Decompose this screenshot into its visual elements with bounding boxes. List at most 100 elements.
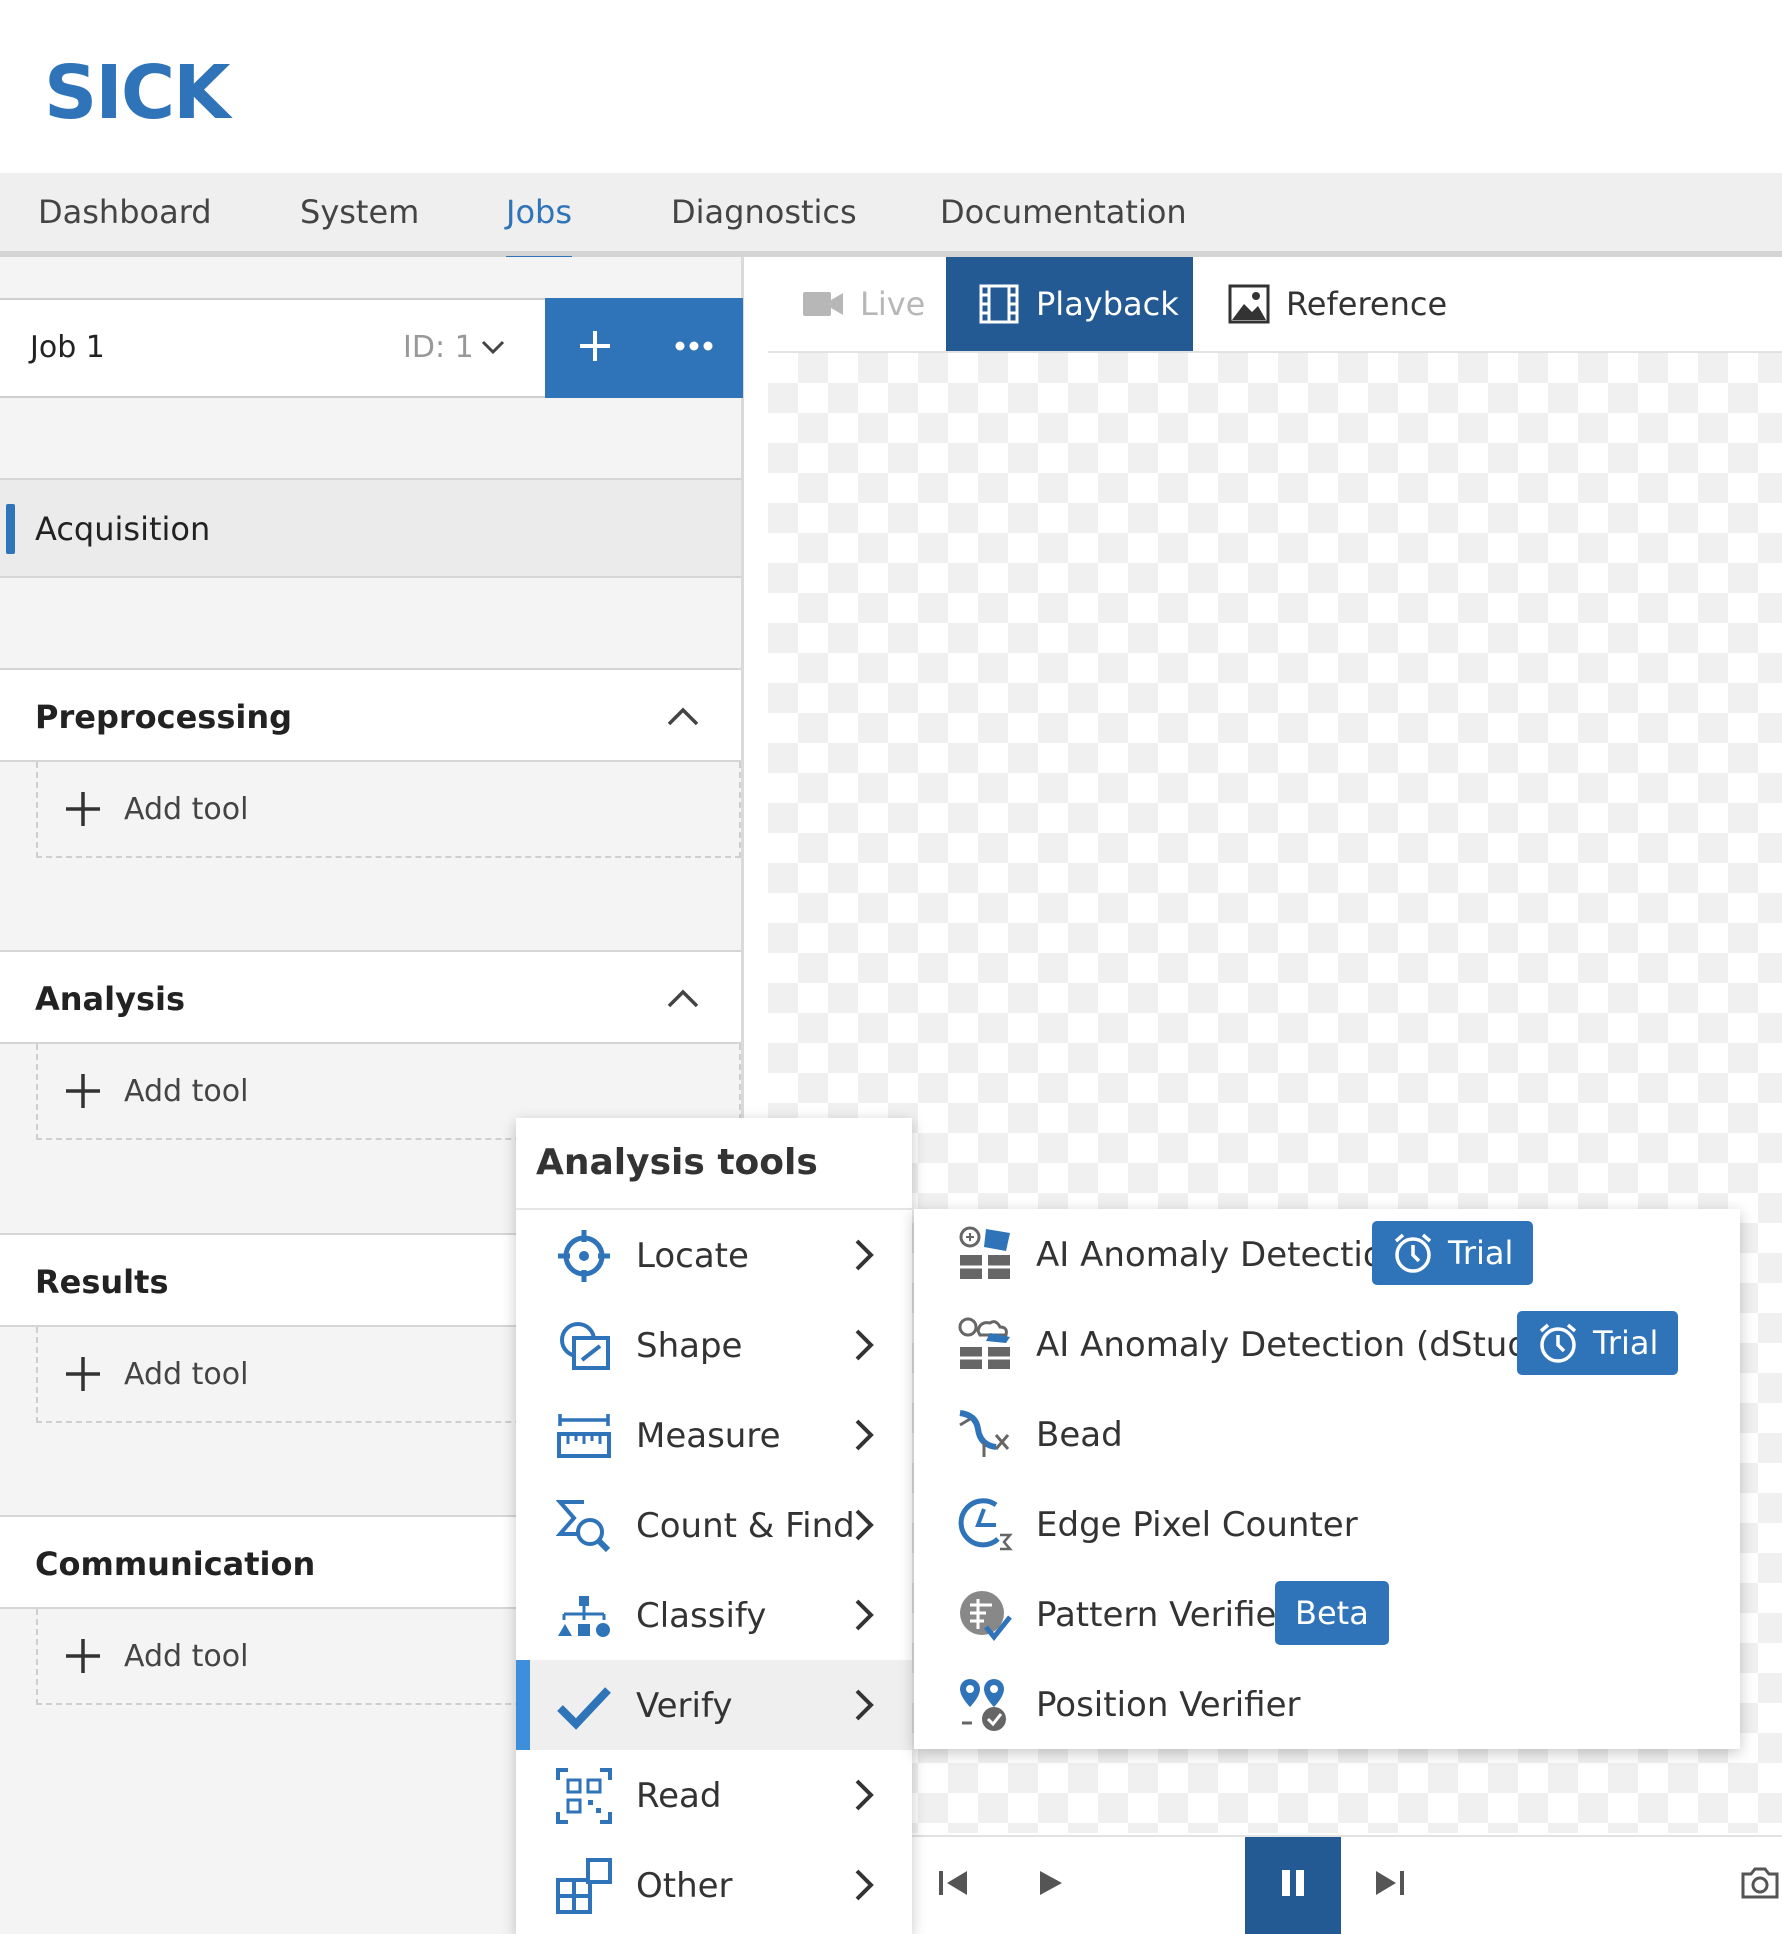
crosshair-icon (556, 1228, 612, 1284)
verify-tools-submenu: AI Anomaly Detection Trial AI Anomaly De… (914, 1209, 1740, 1749)
chevron-right-icon (852, 1688, 876, 1727)
ai-anomaly-cloud-icon (956, 1315, 1014, 1373)
chevron-down-icon[interactable] (478, 332, 508, 367)
add-tool-label: Add tool (124, 1357, 249, 1392)
submenu-item-bead[interactable]: Bead (914, 1389, 1740, 1479)
submenu-item-position-verifier[interactable]: Position Verifier (914, 1659, 1740, 1749)
section-title: Results (35, 1263, 169, 1301)
top-navigation: Dashboard System Jobs Diagnostics Docume… (0, 173, 1782, 262)
beta-badge: Beta (1275, 1581, 1389, 1645)
more-dots-icon (674, 339, 714, 357)
chevron-right-icon (852, 1328, 876, 1367)
active-indicator (6, 504, 15, 554)
acquisition-section[interactable]: Acquisition (0, 478, 741, 578)
add-tool-button[interactable]: Add tool (36, 762, 741, 858)
step-back-icon (937, 1869, 971, 1902)
sick-logo: SICK (44, 50, 230, 136)
menu-item-shape[interactable]: Shape (516, 1300, 912, 1390)
menu-item-label: Locate (636, 1236, 749, 1276)
badge-label: Trial (1593, 1324, 1659, 1362)
checkmark-icon (556, 1678, 612, 1734)
job-name: Job 1 (30, 330, 105, 365)
qr-code-icon (556, 1768, 612, 1824)
analysis-section-header[interactable]: Analysis (0, 950, 741, 1044)
submenu-item-edge-pixel-counter[interactable]: Edge Pixel Counter (914, 1479, 1740, 1569)
tab-live[interactable]: Live (802, 257, 925, 351)
plus-icon (64, 1355, 102, 1398)
preprocessing-section-header[interactable]: Preprocessing (0, 668, 741, 762)
tab-jobs[interactable]: Jobs (506, 193, 572, 262)
badge-label: Trial (1448, 1234, 1514, 1272)
step-forward-button[interactable] (1341, 1837, 1437, 1934)
trial-badge: Trial (1372, 1221, 1534, 1285)
submenu-item-label: Position Verifier (1036, 1685, 1301, 1725)
submenu-item-ai-anomaly-detection[interactable]: AI Anomaly Detection Trial (914, 1209, 1740, 1299)
add-job-button[interactable] (545, 298, 644, 398)
alarm-clock-icon (1392, 1232, 1434, 1274)
playback-controls (768, 1835, 1782, 1934)
plus-icon (577, 328, 613, 369)
menu-item-verify[interactable]: Verify (516, 1660, 912, 1750)
tab-system[interactable]: System (300, 193, 419, 231)
tab-diagnostics[interactable]: Diagnostics (671, 193, 857, 231)
viewer-tabs: Live Playback Reference (768, 257, 1782, 353)
submenu-item-pattern-verifier[interactable]: Pattern Verifier Beta (914, 1569, 1740, 1659)
chevron-right-icon (852, 1238, 876, 1277)
step-forward-icon (1372, 1869, 1406, 1902)
tab-playback-label: Playback (1036, 285, 1179, 323)
menu-item-label: Read (636, 1776, 722, 1816)
tab-dashboard[interactable]: Dashboard (38, 193, 212, 231)
acquisition-label: Acquisition (35, 510, 211, 548)
chevron-up-icon[interactable] (666, 704, 700, 733)
menu-item-classify[interactable]: Classify (516, 1570, 912, 1660)
app-root: SICK Dashboard System Jobs Diagnostics D… (0, 0, 1782, 1934)
menu-item-locate[interactable]: Locate (516, 1210, 912, 1300)
badge-label: Beta (1295, 1594, 1369, 1632)
submenu-item-ai-anomaly-detection-dstudio[interactable]: AI Anomaly Detection (dStudio) Trial (914, 1299, 1740, 1389)
menu-item-measure[interactable]: Measure (516, 1390, 912, 1480)
tab-playback[interactable]: Playback (946, 257, 1193, 351)
menu-item-other[interactable]: Other (516, 1840, 912, 1930)
menu-item-label: Count & Find (636, 1506, 855, 1546)
chevron-right-icon (852, 1598, 876, 1637)
camera-icon (1739, 1866, 1781, 1905)
position-verifier-icon (956, 1675, 1014, 1733)
count-find-icon (555, 1498, 612, 1554)
job-selector[interactable]: Job 1 ID: 1 (0, 298, 545, 398)
analysis-tools-menu: Analysis tools Locate Shape Measure Coun… (516, 1118, 912, 1934)
chevron-right-icon (852, 1508, 876, 1547)
plus-icon (64, 790, 102, 833)
menu-item-label: Other (636, 1866, 733, 1906)
plus-icon (64, 1072, 102, 1115)
section-title: Preprocessing (35, 698, 293, 736)
menu-item-label: Shape (636, 1326, 743, 1366)
submenu-item-label: AI Anomaly Detection (1036, 1235, 1406, 1275)
snapshot-button[interactable] (1712, 1837, 1782, 1934)
play-button[interactable] (1002, 1837, 1098, 1934)
film-icon (978, 283, 1020, 325)
pause-button[interactable] (1245, 1837, 1341, 1934)
add-tool-label: Add tool (124, 792, 249, 827)
submenu-item-label: Pattern Verifier (1036, 1595, 1291, 1635)
tab-documentation[interactable]: Documentation (940, 193, 1187, 231)
tab-reference[interactable]: Reference (1228, 257, 1447, 351)
section-title: Analysis (35, 980, 186, 1018)
section-title: Communication (35, 1545, 316, 1583)
chevron-right-icon (852, 1418, 876, 1457)
chevron-right-icon (852, 1778, 876, 1817)
job-more-button[interactable] (644, 298, 743, 398)
menu-item-read[interactable]: Read (516, 1750, 912, 1840)
chevron-up-icon[interactable] (666, 986, 700, 1015)
menu-title: Analysis tools (536, 1142, 818, 1183)
add-tool-label: Add tool (124, 1074, 249, 1109)
add-tool-label: Add tool (124, 1639, 249, 1674)
step-back-button[interactable] (906, 1837, 1002, 1934)
menu-item-label: Measure (636, 1416, 781, 1456)
submenu-item-label: AI Anomaly Detection (dStudio) (1036, 1325, 1573, 1365)
menu-item-count-find[interactable]: Count & Find (516, 1480, 912, 1570)
trial-badge: Trial (1517, 1311, 1679, 1375)
plus-icon (64, 1637, 102, 1680)
bead-icon (956, 1405, 1014, 1463)
other-tools-icon (556, 1858, 612, 1914)
submenu-item-label: Bead (1036, 1415, 1123, 1455)
